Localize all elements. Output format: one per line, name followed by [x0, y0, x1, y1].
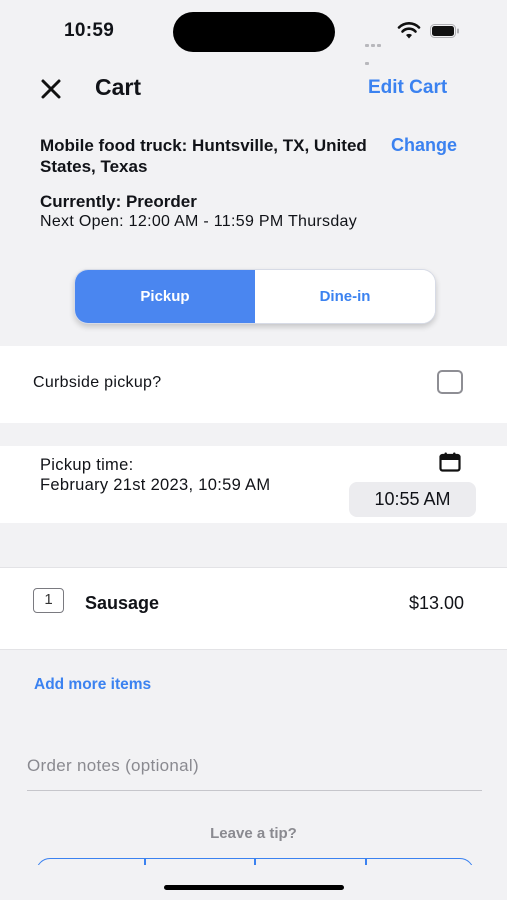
- dine-in-option[interactable]: Dine-in: [255, 270, 435, 323]
- status-time: 10:59: [64, 20, 115, 41]
- pickup-option[interactable]: Pickup: [75, 270, 255, 323]
- home-indicator[interactable]: [164, 885, 344, 890]
- item-price: $13.00: [409, 593, 465, 613]
- dynamic-island: [173, 12, 335, 52]
- item-name: Sausage: [85, 593, 160, 613]
- tip-heading: Leave a tip?: [210, 825, 297, 842]
- change-location-button[interactable]: Change: [391, 135, 457, 156]
- next-open-hours: Next Open: 12:00 AM - 11:59 PM Thursday: [40, 213, 358, 230]
- order-status: Currently: Preorder: [40, 192, 197, 211]
- page-title: Cart: [95, 74, 142, 100]
- pickup-time-picker[interactable]: 10:55 AM: [349, 482, 476, 517]
- item-quantity[interactable]: 1: [33, 588, 64, 613]
- location-name: Mobile food truck: Huntsville, TX, Unite…: [40, 136, 367, 176]
- scroll-fade: [0, 865, 507, 900]
- cellular-signal-icon: [365, 34, 387, 65]
- add-more-items-link[interactable]: Add more items: [34, 676, 151, 694]
- edit-cart-button[interactable]: Edit Cart: [368, 77, 447, 99]
- curbside-label: Curbside pickup?: [33, 374, 162, 391]
- order-type-toggle: Pickup Dine-in: [74, 269, 436, 324]
- wifi-icon: [397, 22, 421, 39]
- pickup-time-label: Pickup time: February 21st 2023, 10:59 A…: [40, 455, 310, 495]
- battery-icon: [430, 24, 459, 38]
- calendar-icon[interactable]: [439, 452, 461, 472]
- close-icon[interactable]: [38, 76, 64, 102]
- order-notes-input[interactable]: [27, 742, 482, 791]
- pickup-time-heading: Pickup time:: [40, 456, 134, 474]
- curbside-checkbox[interactable]: [437, 370, 463, 394]
- pickup-time-date: February 21st 2023, 10:59 AM: [40, 476, 271, 494]
